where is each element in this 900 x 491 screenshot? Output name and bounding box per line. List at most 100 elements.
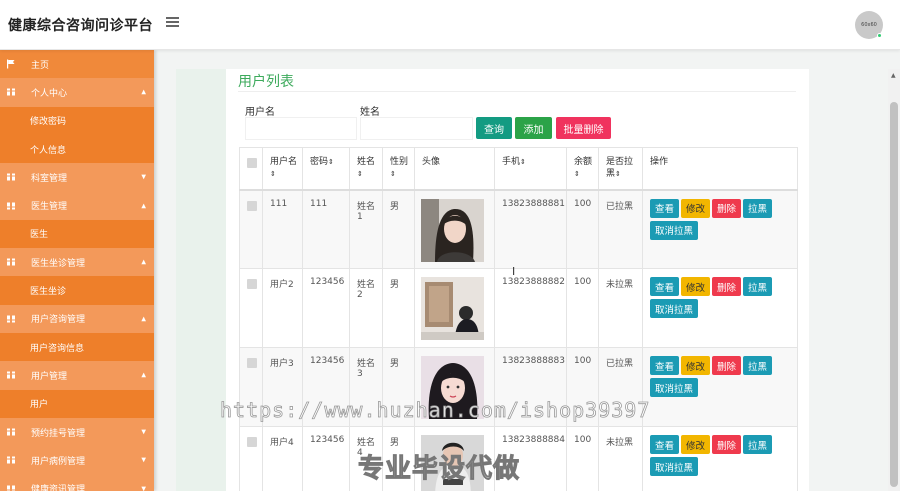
scrollbar-thumb[interactable]: [890, 102, 898, 487]
page-scrollbar[interactable]: ▲: [888, 69, 900, 491]
delete-button[interactable]: 删除: [712, 198, 742, 218]
col-header-name[interactable]: 姓名⇕: [349, 147, 383, 191]
col-header-blacklisted[interactable]: 是否拉黑⇕: [598, 147, 643, 191]
sidebar-item-label: 用户: [30, 400, 49, 411]
sidebar-item-label: 医生管理: [31, 202, 68, 213]
sort-icon[interactable]: ⇕: [357, 170, 363, 178]
select-all-checkbox[interactable]: [247, 158, 257, 168]
menu-toggle-icon[interactable]: [166, 17, 179, 28]
sidebar-item[interactable]: 科室管理 ▼: [0, 163, 154, 192]
view-button[interactable]: 查看: [650, 277, 680, 296]
grid-icon: [7, 88, 15, 96]
sidebar-item[interactable]: 预约挂号管理 ▼: [0, 417, 154, 447]
sidebar-item-label: 用户管理: [31, 371, 68, 382]
sidebar-item[interactable]: 个人信息: [0, 134, 154, 164]
sidebar-item[interactable]: 医生坐诊管理 ▲: [0, 248, 154, 277]
app-root: 健康综合咨询问诊平台 60x60 主页 个人中心 ▲ 修改密码 个人信息 科室管理 ▼ 医生管…: [0, 0, 900, 491]
cell-name: 姓名2: [349, 268, 383, 348]
row-checkbox[interactable]: [247, 200, 257, 211]
col-header-password[interactable]: 密码⇕: [302, 147, 350, 191]
chevron-down-icon: ▼: [141, 485, 146, 491]
sidebar-item-label: 科室管理: [31, 173, 68, 184]
view-button[interactable]: 查看: [650, 198, 680, 218]
cell-username: 111: [262, 189, 303, 269]
col-header-balance[interactable]: 余额⇕: [566, 147, 599, 191]
add-button[interactable]: 添加: [515, 117, 552, 139]
row-checkbox[interactable]: [247, 437, 257, 447]
sidebar-item[interactable]: 用户咨询管理 ▲: [0, 304, 154, 333]
col-header-gender[interactable]: 性别⇕: [382, 147, 415, 191]
sidebar-item-label: 医生坐诊: [30, 287, 67, 298]
edit-button[interactable]: 修改: [681, 435, 711, 454]
avatar[interactable]: 60x60: [855, 11, 883, 39]
sidebar-item[interactable]: 用户咨询信息: [0, 332, 154, 362]
sort-icon[interactable]: ⇕: [270, 170, 276, 178]
cell-balance: 100: [566, 268, 599, 348]
name-label: 姓名: [360, 107, 380, 118]
sort-icon[interactable]: ⇕: [615, 170, 621, 178]
sort-icon[interactable]: ⇕: [390, 170, 396, 178]
blacklist-button[interactable]: 拉黑: [743, 198, 773, 218]
sort-icon[interactable]: ⇕: [328, 158, 334, 166]
cell-avatar: [414, 268, 495, 348]
search-button[interactable]: 查询: [476, 117, 512, 139]
cell-actions: 查看 修改 删除 拉黑取消拉黑: [642, 189, 798, 269]
select-all-cell: [239, 147, 263, 191]
cell-actions: 查看 修改 删除 拉黑取消拉黑: [642, 426, 798, 491]
chevron-up-icon: ▲: [141, 202, 146, 210]
cell-balance: 100: [566, 426, 599, 491]
sort-icon[interactable]: ⇕: [520, 158, 526, 166]
row-checkbox[interactable]: [247, 358, 257, 368]
scroll-up-arrow-icon[interactable]: ▲: [891, 72, 896, 79]
blacklist-button[interactable]: 拉黑: [743, 277, 773, 296]
col-header-actions: 操作: [642, 147, 798, 191]
unblacklist-button[interactable]: 取消拉黑: [650, 299, 699, 318]
sort-icon[interactable]: ⇕: [574, 170, 580, 178]
cell-blacklisted: 未拉黑: [598, 426, 643, 491]
sidebar-item[interactable]: 医生: [0, 219, 154, 249]
cell-phone: 13823888882: [494, 268, 567, 348]
unblacklist-button[interactable]: 取消拉黑: [650, 220, 699, 240]
batch-delete-button[interactable]: 批量删除: [556, 117, 611, 139]
delete-button[interactable]: 删除: [712, 435, 742, 454]
sidebar-item[interactable]: 医生管理 ▲: [0, 191, 154, 220]
col-header-username[interactable]: 用户名⇕: [262, 147, 303, 191]
sidebar-item[interactable]: 主页: [0, 50, 154, 79]
sidebar-item[interactable]: 用户管理 ▲: [0, 361, 154, 390]
blacklist-button[interactable]: 拉黑: [743, 356, 773, 375]
cell-password: 111: [302, 189, 350, 269]
edit-button[interactable]: 修改: [681, 277, 711, 296]
avatar-text: 60x60: [861, 22, 877, 28]
user-list-panel: 用户列表 用户名 姓名 查询 添加 批量删除 用户名⇕ 密码⇕ 姓名⇕ 性别⇕ …: [226, 69, 809, 491]
name-search-input[interactable]: [360, 117, 473, 140]
grid-icon: [7, 315, 15, 323]
table-row: 用户2 123456 姓名2 男 13823888882 100 未拉黑 查看 修改 删除 拉黑 取消…: [239, 268, 798, 348]
sidebar-item[interactable]: 个人中心 ▲: [0, 78, 154, 107]
sidebar-item[interactable]: 医生坐诊: [0, 276, 154, 305]
username-search-input[interactable]: [245, 117, 357, 140]
sidebar-item-label: 主页: [31, 60, 50, 71]
unblacklist-button[interactable]: 取消拉黑: [650, 378, 699, 397]
view-button[interactable]: 查看: [650, 356, 680, 375]
blacklist-button[interactable]: 拉黑: [743, 435, 773, 454]
sidebar-item-label: 医生坐诊管理: [31, 258, 86, 269]
page-title: 用户列表: [238, 74, 294, 90]
unblacklist-button[interactable]: 取消拉黑: [650, 457, 699, 476]
sidebar-item[interactable]: 健康资讯管理 ▼: [0, 474, 154, 491]
sidebar-item[interactable]: 修改密码: [0, 106, 154, 135]
edit-button[interactable]: 修改: [681, 198, 711, 218]
col-header-avatar: 头像: [414, 147, 495, 191]
grid-icon: [7, 428, 15, 436]
view-button[interactable]: 查看: [650, 435, 680, 454]
cell-gender: 男: [382, 189, 415, 269]
watermark-slogan: 专业毕设代做: [357, 454, 521, 485]
grid-icon: [7, 485, 15, 491]
delete-button[interactable]: 删除: [712, 356, 742, 375]
sidebar-item-label: 医生: [30, 230, 49, 241]
sidebar-item[interactable]: 用户病例管理 ▼: [0, 446, 154, 475]
delete-button[interactable]: 删除: [712, 277, 742, 296]
col-header-phone[interactable]: 手机⇕: [494, 147, 567, 191]
row-checkbox[interactable]: [247, 279, 257, 289]
sidebar-item[interactable]: 用户: [0, 389, 154, 418]
edit-button[interactable]: 修改: [681, 356, 711, 375]
